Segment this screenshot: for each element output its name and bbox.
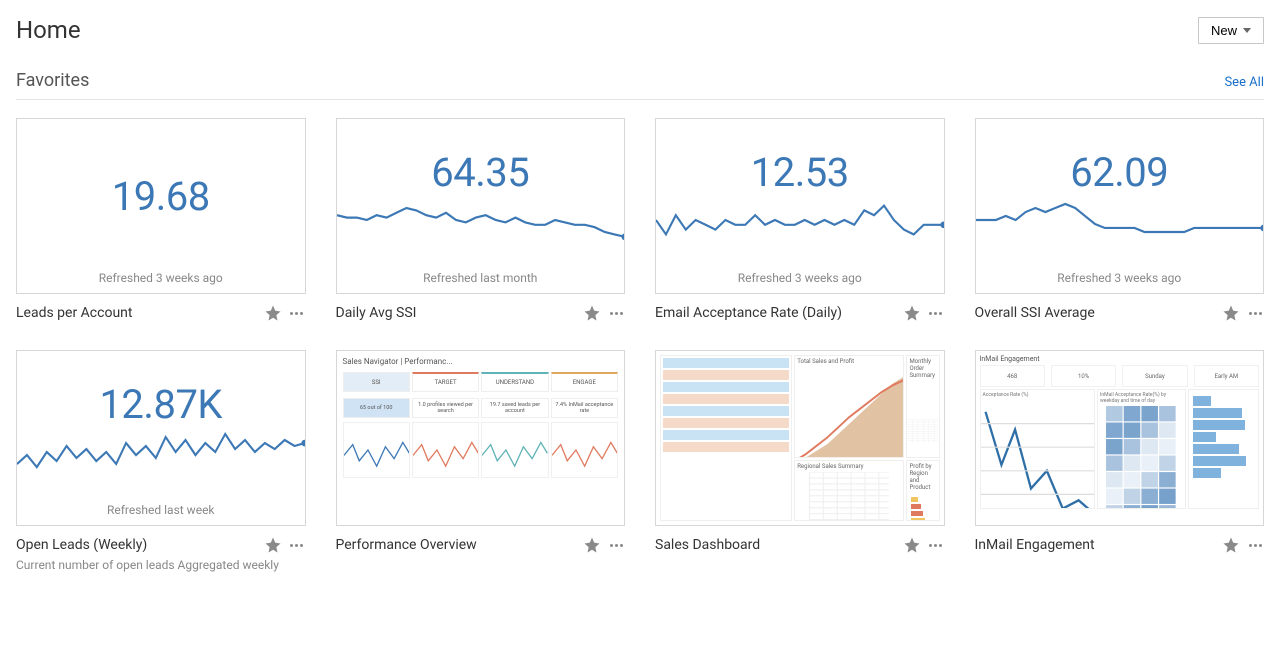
metric-value: 12.53 <box>656 149 944 196</box>
card-thumbnail[interactable]: 64.35 Refreshed last month <box>336 118 626 294</box>
card-title[interactable]: Leads per Account <box>16 305 258 322</box>
star-icon[interactable] <box>583 536 601 554</box>
card-subtitle: Current number of open leads Aggregated … <box>16 558 306 574</box>
card-title[interactable]: Email Acceptance Rate (Daily) <box>655 305 897 322</box>
card-thumbnail[interactable]: 62.09 Refreshed 3 weeks ago <box>975 118 1265 294</box>
metric-value: 12.87K <box>17 381 305 428</box>
card-title[interactable]: InMail Engagement <box>975 537 1217 554</box>
metric-value: 64.35 <box>337 149 625 196</box>
sparkline <box>337 196 625 244</box>
card-title[interactable]: Daily Avg SSI <box>336 305 578 322</box>
star-icon[interactable] <box>583 304 601 322</box>
star-icon[interactable] <box>264 536 282 554</box>
card-thumbnail[interactable]: InMail Engagement 46810%SundayEarly AM A… <box>975 350 1265 526</box>
more-icon[interactable] <box>607 536 625 554</box>
card-thumbnail[interactable]: 12.53 Refreshed 3 weeks ago <box>655 118 945 294</box>
new-button[interactable]: New <box>1198 17 1264 44</box>
card-title[interactable]: Sales Dashboard <box>655 537 897 554</box>
refreshed-label: Refreshed 3 weeks ago <box>656 271 944 285</box>
favorite-card: Sales Navigator | Performanc... SSI TARG… <box>336 350 626 574</box>
star-icon[interactable] <box>1222 304 1240 322</box>
metric-value: 19.68 <box>17 173 305 220</box>
more-icon[interactable] <box>927 536 945 554</box>
favorite-card: 12.87K Refreshed last week Open Leads (We… <box>16 350 306 574</box>
chevron-down-icon <box>1243 28 1251 33</box>
card-title[interactable]: Performance Overview <box>336 537 578 554</box>
refreshed-label: Refreshed 3 weeks ago <box>17 271 305 285</box>
sparkline <box>976 196 1264 244</box>
more-icon[interactable] <box>288 536 306 554</box>
favorite-card: 62.09 Refreshed 3 weeks ago Overall SSI A… <box>975 118 1265 322</box>
card-title[interactable]: Open Leads (Weekly) <box>16 537 258 554</box>
star-icon[interactable] <box>1222 536 1240 554</box>
more-icon[interactable] <box>607 304 625 322</box>
star-icon[interactable] <box>264 304 282 322</box>
section-title-favorites: Favorites <box>16 70 89 91</box>
card-title[interactable]: Overall SSI Average <box>975 305 1217 322</box>
more-icon[interactable] <box>1246 304 1264 322</box>
favorite-card: 64.35 Refreshed last month Daily Avg SSI <box>336 118 626 322</box>
refreshed-label: Refreshed last week <box>17 503 305 517</box>
sparkline <box>17 428 305 476</box>
refreshed-label: Refreshed last month <box>337 271 625 285</box>
page-title: Home <box>16 16 81 44</box>
card-thumbnail[interactable]: Sales Navigator | Performanc... SSI TARG… <box>336 350 626 526</box>
more-icon[interactable] <box>288 304 306 322</box>
more-icon[interactable] <box>927 304 945 322</box>
more-icon[interactable] <box>1246 536 1264 554</box>
favorite-card: 12.53 Refreshed 3 weeks ago Email Accepta… <box>655 118 945 322</box>
refreshed-label: Refreshed 3 weeks ago <box>976 271 1264 285</box>
card-thumbnail[interactable]: 12.87K Refreshed last week <box>16 350 306 526</box>
star-icon[interactable] <box>903 304 921 322</box>
see-all-link[interactable]: See All <box>1224 75 1264 90</box>
card-thumbnail[interactable]: 19.68 Refreshed 3 weeks ago <box>16 118 306 294</box>
star-icon[interactable] <box>903 536 921 554</box>
card-thumbnail[interactable]: Total Sales and Profit Monthly Order Sum… <box>655 350 945 526</box>
metric-value: 62.09 <box>976 149 1264 196</box>
favorite-card: InMail Engagement 46810%SundayEarly AM A… <box>975 350 1265 574</box>
new-button-label: New <box>1211 23 1237 38</box>
favorite-card: 19.68 Refreshed 3 weeks ago Leads per Acc… <box>16 118 306 322</box>
sparkline <box>656 196 944 244</box>
favorite-card: Total Sales and Profit Monthly Order Sum… <box>655 350 945 574</box>
